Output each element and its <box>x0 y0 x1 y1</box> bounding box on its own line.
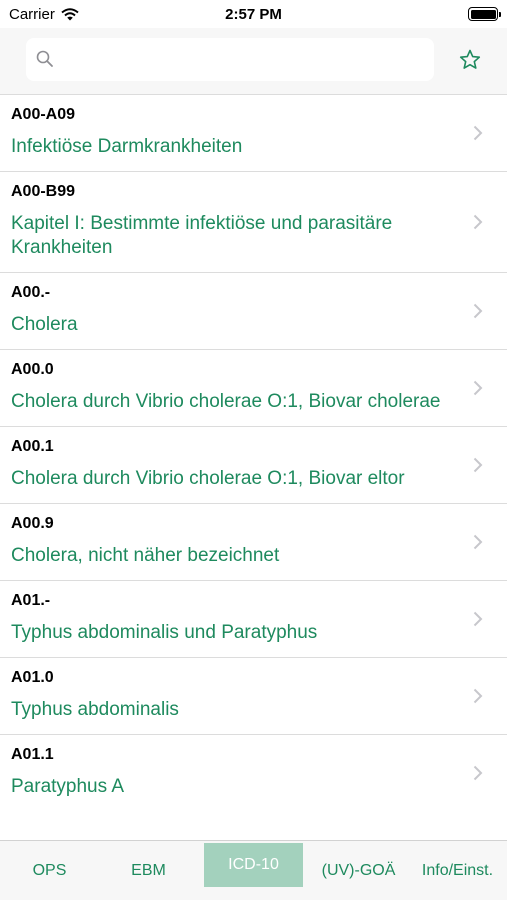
tab-icd-10[interactable]: ICD-10 <box>204 843 303 887</box>
chevron-right-icon <box>473 611 483 627</box>
list-item[interactable]: A00.0 Cholera durch Vibrio cholerae O:1,… <box>0 350 507 427</box>
search-header <box>0 28 507 95</box>
icd-list: A00-A09 Infektiöse Darmkrankheiten A00-B… <box>0 95 507 840</box>
list-item[interactable]: A01.0 Typhus abdominalis <box>0 658 507 735</box>
status-bar: Carrier 2:57 PM <box>0 0 507 28</box>
chevron-right-icon <box>473 765 483 781</box>
search-icon <box>36 50 53 67</box>
item-title: Typhus abdominalis und Paratyphus <box>11 622 318 643</box>
item-code: A00.1 <box>11 438 54 455</box>
item-code: A01.1 <box>11 746 54 763</box>
chevron-right-icon <box>473 125 483 141</box>
tab-bar: OPS EBM ICD-10 (UV)-GOÄ Info/Einst. <box>0 840 507 900</box>
item-title: Cholera <box>11 314 78 335</box>
list-item[interactable]: A00.9 Cholera, nicht näher bezeichnet <box>0 504 507 581</box>
tab-ops[interactable]: OPS <box>0 841 99 900</box>
item-code: A00-B99 <box>11 183 76 200</box>
search-input[interactable] <box>64 38 424 81</box>
chevron-right-icon <box>473 214 483 230</box>
battery-icon <box>468 7 501 21</box>
item-title: Typhus abdominalis <box>11 699 179 720</box>
item-title: Cholera, nicht näher bezeichnet <box>11 545 280 566</box>
item-title: Cholera durch Vibrio cholerae O:1, Biova… <box>11 391 441 412</box>
list-item[interactable]: A01.1 Paratyphus A <box>0 735 507 811</box>
tab-info-settings[interactable]: Info/Einst. <box>408 841 507 900</box>
list-item[interactable]: A01.- Typhus abdominalis und Paratyphus <box>0 581 507 658</box>
item-code: A01.- <box>11 592 51 609</box>
chevron-right-icon <box>473 534 483 550</box>
list-item[interactable]: A00.1 Cholera durch Vibrio cholerae O:1,… <box>0 427 507 504</box>
tab-uv-goa[interactable]: (UV)-GOÄ <box>309 841 408 900</box>
item-title: Infektiöse Darmkrankheiten <box>11 136 243 157</box>
chevron-right-icon <box>473 688 483 704</box>
chevron-right-icon <box>473 457 483 473</box>
item-code: A00.0 <box>11 361 54 378</box>
list-item[interactable]: A00-A09 Infektiöse Darmkrankheiten <box>0 95 507 172</box>
status-time: 2:57 PM <box>225 6 282 23</box>
item-title: Cholera durch Vibrio cholerae O:1, Biova… <box>11 468 405 489</box>
list-item[interactable]: A00-B99 Kapitel I: Bestimmte infektiöse … <box>0 172 507 273</box>
item-code: A00.- <box>11 284 51 301</box>
search-box[interactable] <box>26 38 434 81</box>
item-title: Paratyphus A <box>11 776 125 797</box>
item-code: A00.9 <box>11 515 54 532</box>
chevron-right-icon <box>473 380 483 396</box>
item-code: A00-A09 <box>11 106 76 123</box>
item-title: Kapitel I: Bestimmte infektiöse und para… <box>11 213 393 258</box>
list-item[interactable]: A00.- Cholera <box>0 273 507 350</box>
tab-ebm[interactable]: EBM <box>99 841 198 900</box>
favorites-star-icon[interactable] <box>458 48 482 72</box>
item-code: A01.0 <box>11 669 54 686</box>
chevron-right-icon <box>473 303 483 319</box>
